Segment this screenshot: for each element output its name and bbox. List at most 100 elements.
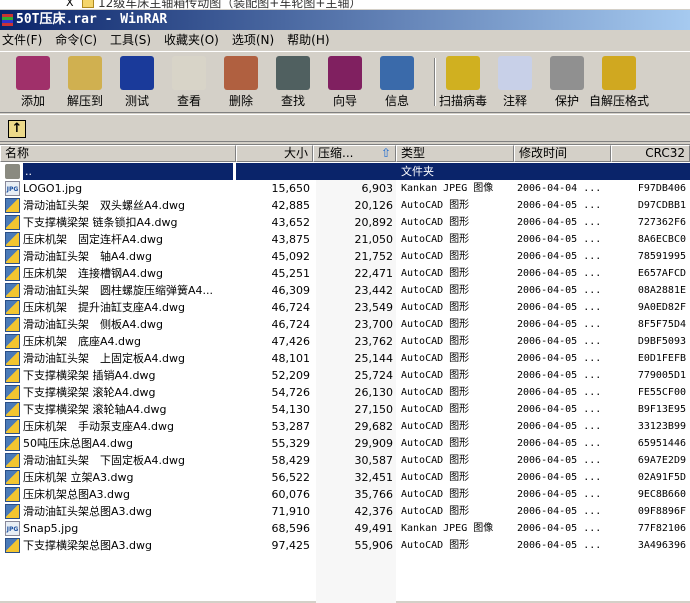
file-row[interactable]: 滑动油缸头架 圆柱螺旋压缩弹簧A4... 46,309 23,442 AutoCAD … [0, 282, 690, 299]
column-header-modified[interactable]: 修改时间 [514, 145, 611, 162]
up-folder-button[interactable]: ↑ [8, 120, 26, 138]
toolbar-button[interactable]: 自解压格式 [589, 52, 649, 112]
toolbar-button[interactable]: 添加 [12, 52, 54, 112]
file-type: AutoCAD 图形 [401, 302, 470, 313]
file-row[interactable]: 滑动油缸头架 轴A4.dwg 45,092 21,752 AutoCAD 图形 2006… [0, 248, 690, 265]
file-row[interactable]: 滑动油缸头架 下固定板A4.dwg 58,429 30,587 AutoCAD 图形 2… [0, 452, 690, 469]
file-crc32: E657AFCD [637, 268, 686, 279]
dwg-file-icon [5, 334, 20, 349]
column-header-packed[interactable]: 压缩... ⇧ [313, 145, 396, 162]
column-header-name[interactable]: 名称 [0, 145, 236, 162]
dwg-file-icon [5, 453, 20, 468]
file-modified: 2006-04-05 ... [517, 200, 602, 211]
toolbar-button[interactable]: 删除 [220, 52, 262, 112]
parent-folder-row[interactable]: .. 文件夹 [0, 163, 690, 180]
file-size: 45,092 [271, 250, 311, 263]
file-packed-size: 23,762 [354, 335, 394, 348]
file-row[interactable]: 压床机架总图A3.dwg 60,076 35,766 AutoCAD 图形 2006-0… [0, 486, 690, 503]
file-row[interactable]: JPG Snap5.jpg 68,596 49,491 Kankan JPEG 图像 20… [0, 520, 690, 537]
close-icon[interactable]: X [66, 0, 74, 9]
file-packed-size: 30,587 [354, 454, 394, 467]
title-bar[interactable]: 50T压床.rar - WinRAR [0, 10, 690, 30]
file-row[interactable]: 压床机架 手动泵支座A4.dwg 53,287 29,682 AutoCAD 图形 20… [0, 418, 690, 435]
menu-item[interactable]: 选项(N) [230, 31, 281, 49]
file-name: 下支撑横梁架 插销A4.dwg [23, 369, 156, 382]
file-crc32: 9EC8B660 [637, 489, 686, 500]
file-name: 下支撑横梁架 链条锁扣A4.dwg [23, 216, 178, 229]
file-type: AutoCAD 图形 [401, 438, 470, 449]
file-type: AutoCAD 图形 [401, 540, 470, 551]
parent-folder-type: 文件夹 [236, 163, 690, 180]
file-row[interactable]: 50吨压床总图A4.dwg 55,329 29,909 AutoCAD 图形 2006-… [0, 435, 690, 452]
file-row[interactable]: 下支撑横梁架 滚轮轴A4.dwg 54,130 27,150 AutoCAD 图形 20… [0, 401, 690, 418]
file-row[interactable]: 滑动油缸头架总图A3.dwg 71,910 42,376 AutoCAD 图形 2006… [0, 503, 690, 520]
protect-icon [550, 56, 584, 90]
file-name: 滑动油缸头架 上固定板A4.dwg [23, 352, 185, 365]
dwg-file-icon [5, 487, 20, 502]
file-crc32: 69A7E2D9 [637, 455, 686, 466]
dwg-file-icon [5, 232, 20, 247]
file-type: AutoCAD 图形 [401, 506, 470, 517]
file-modified: 2006-04-05 ... [517, 489, 602, 500]
dwg-file-icon [5, 538, 20, 553]
dwg-file-icon [5, 317, 20, 332]
file-type: Kankan JPEG 图像 [401, 183, 494, 194]
file-row[interactable]: 压床机架 底座A4.dwg 47,426 23,762 AutoCAD 图形 2006-… [0, 333, 690, 350]
dwg-file-icon [5, 470, 20, 485]
toolbar-button[interactable]: 测试 [116, 52, 158, 112]
file-name: 滑动油缸头架总图A3.dwg [23, 505, 152, 518]
toolbar-button[interactable]: 查找 [272, 52, 314, 112]
column-header-type[interactable]: 类型 [396, 145, 514, 162]
file-crc32: D97CDBB1 [637, 200, 686, 211]
toolbar-button[interactable]: 扫描病毒 [439, 52, 487, 112]
file-row[interactable]: 压床机架 提升油缸支座A4.dwg 46,724 23,549 AutoCAD 图形 2… [0, 299, 690, 316]
menu-item[interactable]: 工具(S) [108, 31, 158, 49]
file-row[interactable]: 压床机架 连接槽钢A4.dwg 45,251 22,471 AutoCAD 图形 200… [0, 265, 690, 282]
file-row[interactable]: JPG LOGO1.jpg 15,650 6,903 Kankan JPEG 图像 200… [0, 180, 690, 197]
file-type: AutoCAD 图形 [401, 404, 470, 415]
file-name-cell: 下支撑横梁架 链条锁扣A4.dwg [0, 214, 236, 231]
toolbar-button[interactable]: 向导 [324, 52, 366, 112]
toolbar-button[interactable]: 解压到 [64, 52, 106, 112]
file-modified: 2006-04-05 ... [517, 302, 602, 313]
toolbar-button[interactable]: 保护 [546, 52, 588, 112]
file-row[interactable]: 下支撑横梁架 链条锁扣A4.dwg 43,652 20,892 AutoCAD 图形 2… [0, 214, 690, 231]
menu-item[interactable]: 命令(C) [53, 31, 104, 49]
file-size: 45,251 [271, 267, 311, 280]
file-row[interactable]: 滑动油缸头架 上固定板A4.dwg 48,101 25,144 AutoCAD 图形 2… [0, 350, 690, 367]
dwg-file-icon [5, 266, 20, 281]
file-row[interactable]: 滑动油缸头架 双头螺丝A4.dwg 42,885 20,126 AutoCAD 图形 2… [0, 197, 690, 214]
file-row[interactable]: 滑动油缸头架 侧板A4.dwg 46,724 23,700 AutoCAD 图形 200… [0, 316, 690, 333]
file-row[interactable]: 下支撑横梁架 滚轮A4.dwg 54,726 26,130 AutoCAD 图形 200… [0, 384, 690, 401]
file-row[interactable]: 下支撑横梁架总图A3.dwg 97,425 55,906 AutoCAD 图形 2006… [0, 537, 690, 554]
file-modified: 2006-04-05 ... [517, 336, 602, 347]
file-row[interactable]: 压床机架 立架A3.dwg 56,522 32,451 AutoCAD 图形 2006-… [0, 469, 690, 486]
column-header-size[interactable]: 大小 [236, 145, 313, 162]
file-name: 下支撑横梁架 滚轮轴A4.dwg [23, 403, 167, 416]
toolbar-button[interactable]: 信息 [376, 52, 418, 112]
file-type: AutoCAD 图形 [401, 319, 470, 330]
file-type: AutoCAD 图形 [401, 370, 470, 381]
toolbar-button[interactable]: 查看 [168, 52, 210, 112]
file-size: 97,425 [271, 539, 311, 552]
menu-item[interactable]: 收藏夹(O) [162, 31, 226, 49]
file-packed-size: 25,724 [354, 369, 394, 382]
file-row[interactable]: 压床机架 固定连杆A4.dwg 43,875 21,050 AutoCAD 图形 200… [0, 231, 690, 248]
file-type: AutoCAD 图形 [401, 455, 470, 466]
file-packed-size: 35,766 [354, 488, 394, 501]
column-header-crc32[interactable]: CRC32 [611, 145, 690, 162]
file-crc32: 33123B99 [637, 421, 686, 432]
toolbar-button[interactable]: 注释 [494, 52, 536, 112]
file-modified: 2006-04-05 ... [517, 455, 602, 466]
file-packed-size: 23,549 [354, 301, 394, 314]
file-size: 48,101 [271, 352, 311, 365]
file-name-cell: 滑动油缸头架 轴A4.dwg [0, 248, 236, 265]
menu-item[interactable]: 帮助(H) [285, 31, 336, 49]
file-crc32: FE55CF00 [637, 387, 686, 398]
file-name-cell: 下支撑横梁架 滚轮A4.dwg [0, 384, 236, 401]
file-name-cell: 下支撑横梁架 滚轮轴A4.dwg [0, 401, 236, 418]
file-row[interactable]: 下支撑横梁架 插销A4.dwg 52,209 25,724 AutoCAD 图形 200… [0, 367, 690, 384]
menu-item[interactable]: 文件(F) [0, 31, 49, 49]
file-list[interactable]: 名称 大小 压缩... ⇧ 类型 修改时间 CRC32 .. 文件夹 JPG LOG… [0, 144, 690, 603]
file-packed-size: 20,126 [354, 199, 394, 212]
